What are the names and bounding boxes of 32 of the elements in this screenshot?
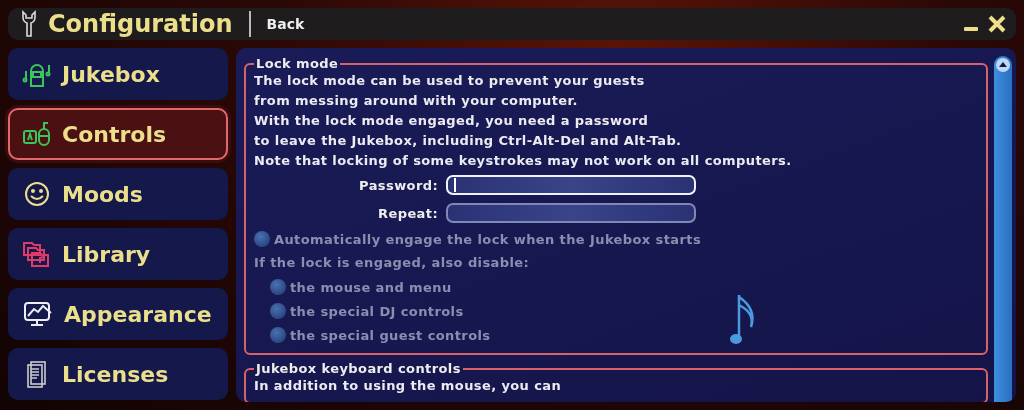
description-text: In addition to using the mouse, you can (254, 377, 563, 395)
description-text: Note that locking of some keystrokes may not work on all computers. (254, 152, 793, 170)
sidebar-item[interactable]: Library (8, 228, 228, 280)
smiley-icon (22, 179, 52, 209)
checkbox-label: the special DJ controls (290, 303, 464, 319)
field-label: Password: (358, 177, 438, 193)
section-title: Jukebox keyboard controls (254, 361, 462, 376)
description-text: from messing around with your computer. (254, 92, 579, 110)
scrollbar[interactable] (994, 56, 1012, 402)
description-text: The lock mode can be used to prevent your guests (254, 72, 646, 90)
sidebar-item[interactable]: Appearance (8, 288, 228, 340)
description-text: to leave the Jukebox, including Ctrl-Alt-Del and Alt-Tab. (254, 132, 683, 150)
sidebar-item[interactable]: Moods (8, 168, 228, 220)
section-title: Lock mode (255, 56, 340, 71)
checkbox-label: the mouse and menu (290, 279, 452, 295)
checkbox-label: Automatically engage the lock when the Jukebox starts (274, 231, 702, 247)
option-heading: If the lock is engaged, also disable: (254, 254, 531, 272)
folders-icon (22, 239, 52, 269)
sidebar-item[interactable]: Controls (8, 108, 228, 160)
password-field[interactable] (446, 203, 696, 223)
back-link[interactable]: Back (266, 16, 305, 32)
scroll-up-icon[interactable] (996, 58, 1010, 72)
description-text: With the lock mode engaged, you need a password (254, 112, 650, 130)
checkbox-label: the special guest controls (290, 327, 491, 343)
keyboard-mouse-icon (22, 119, 52, 149)
sidebar-item[interactable]: Jukebox (8, 48, 228, 100)
wrench-icon (20, 10, 38, 38)
sidebar-item[interactable]: Licenses (8, 348, 228, 400)
field-label: Repeat: (377, 205, 438, 221)
window-title: Configuration (48, 10, 233, 38)
close-icon[interactable] (988, 15, 1006, 33)
monitor-icon (22, 299, 54, 329)
